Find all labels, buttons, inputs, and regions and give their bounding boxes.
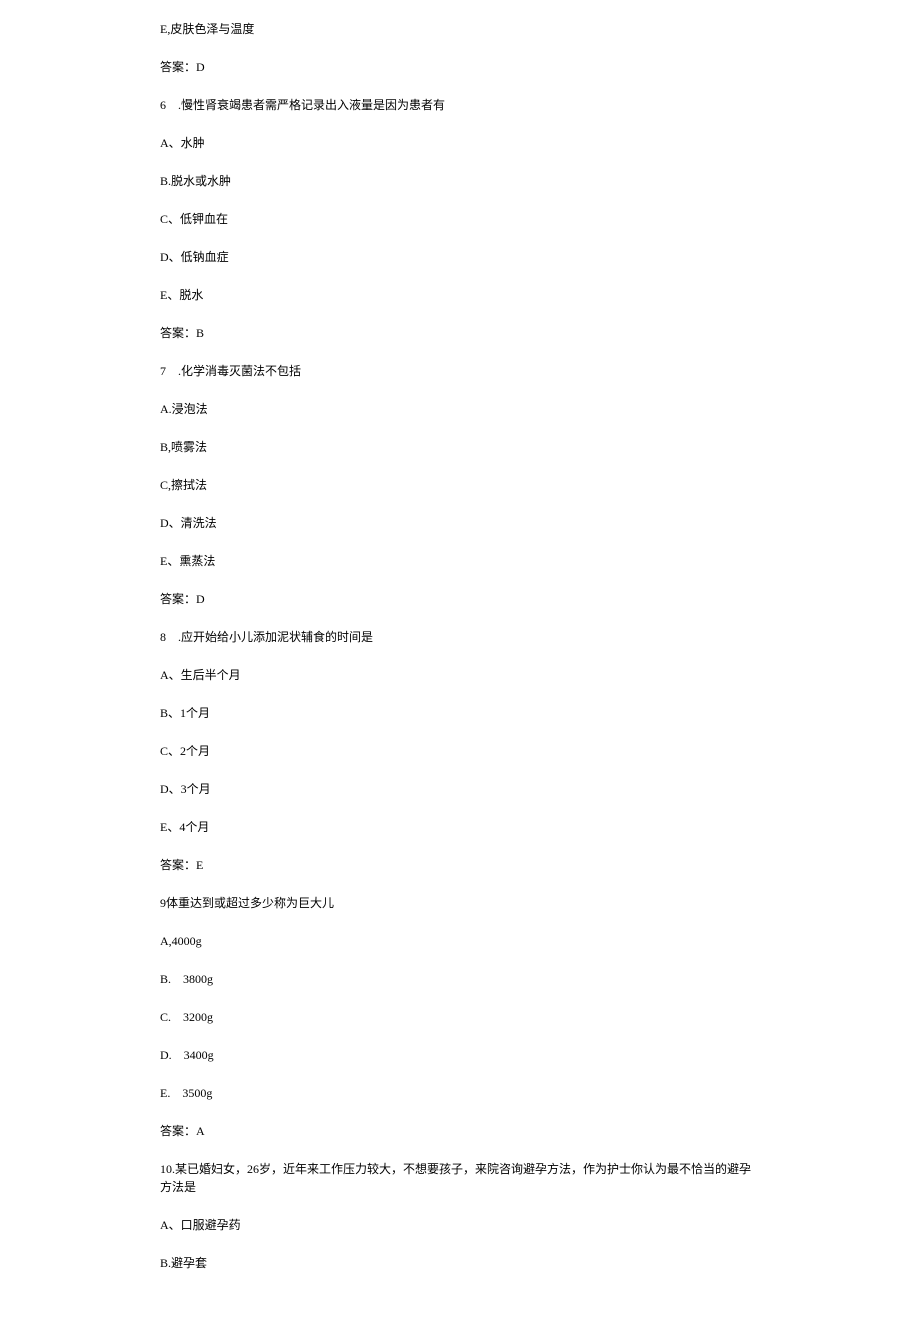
option-line: B. 3800g	[160, 970, 760, 988]
option-line: A、水肿	[160, 134, 760, 152]
option-line: E、4个月	[160, 818, 760, 836]
option-line: A,4000g	[160, 932, 760, 950]
option-line: E、熏蒸法	[160, 552, 760, 570]
option-line: B,喷雾法	[160, 438, 760, 456]
question-line: 10.某已婚妇女，26岁，近年来工作压力较大，不想要孩子，来院咨询避孕方法，作为…	[160, 1160, 760, 1196]
answer-line: 答案：B	[160, 324, 760, 342]
option-line: C. 3200g	[160, 1008, 760, 1026]
text-line: E,皮肤色泽与温度	[160, 20, 760, 38]
answer-line: 答案：D	[160, 58, 760, 76]
option-line: C、低钾血在	[160, 210, 760, 228]
answer-line: 答案：D	[160, 590, 760, 608]
option-line: D、3个月	[160, 780, 760, 798]
option-line: A.浸泡法	[160, 400, 760, 418]
option-line: B.脱水或水肿	[160, 172, 760, 190]
option-line: B.避孕套	[160, 1254, 760, 1272]
option-line: A、生后半个月	[160, 666, 760, 684]
option-line: B、1个月	[160, 704, 760, 722]
option-line: D、低钠血症	[160, 248, 760, 266]
answer-line: 答案：A	[160, 1122, 760, 1140]
question-line: 6 .慢性肾衰竭患者需严格记录出入液量是因为患者有	[160, 96, 760, 114]
document-page: E,皮肤色泽与温度 答案：D 6 .慢性肾衰竭患者需严格记录出入液量是因为患者有…	[0, 0, 920, 1332]
question-line: 8 .应开始给小儿添加泥状辅食的时间是	[160, 628, 760, 646]
question-line: 7 .化学消毒灭菌法不包括	[160, 362, 760, 380]
option-line: D. 3400g	[160, 1046, 760, 1064]
option-line: D、清洗法	[160, 514, 760, 532]
option-line: E、脱水	[160, 286, 760, 304]
option-line: A、口服避孕药	[160, 1216, 760, 1234]
option-line: C,擦拭法	[160, 476, 760, 494]
question-line: 9体重达到或超过多少称为巨大儿	[160, 894, 760, 912]
answer-line: 答案：E	[160, 856, 760, 874]
option-line: E. 3500g	[160, 1084, 760, 1102]
option-line: C、2个月	[160, 742, 760, 760]
